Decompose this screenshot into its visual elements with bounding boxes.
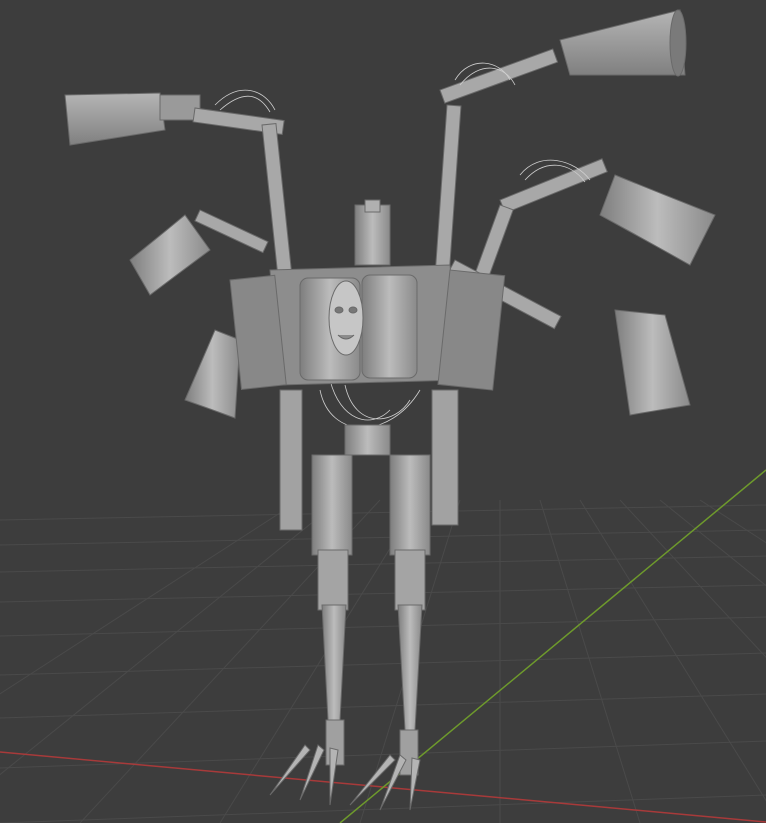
left-hip-piston [279,389,303,531]
3d-viewport[interactable] [0,0,766,823]
speaker-low-right[interactable] [614,309,691,416]
face[interactable] [328,280,364,356]
pelvis [344,424,391,456]
speaker-mid-left[interactable] [129,214,211,296]
speaker-mid-right[interactable] [599,174,716,266]
floor-grid [0,499,766,823]
speaker-top-left[interactable] [64,92,201,146]
viewport-canvas[interactable] [0,0,766,823]
speaker-top-right[interactable] [559,9,687,77]
robot-model[interactable] [64,9,716,811]
speaker-low-left[interactable] [184,329,241,419]
right-hip-piston [431,389,459,526]
torso[interactable] [229,199,506,391]
right-leg[interactable] [349,454,431,811]
